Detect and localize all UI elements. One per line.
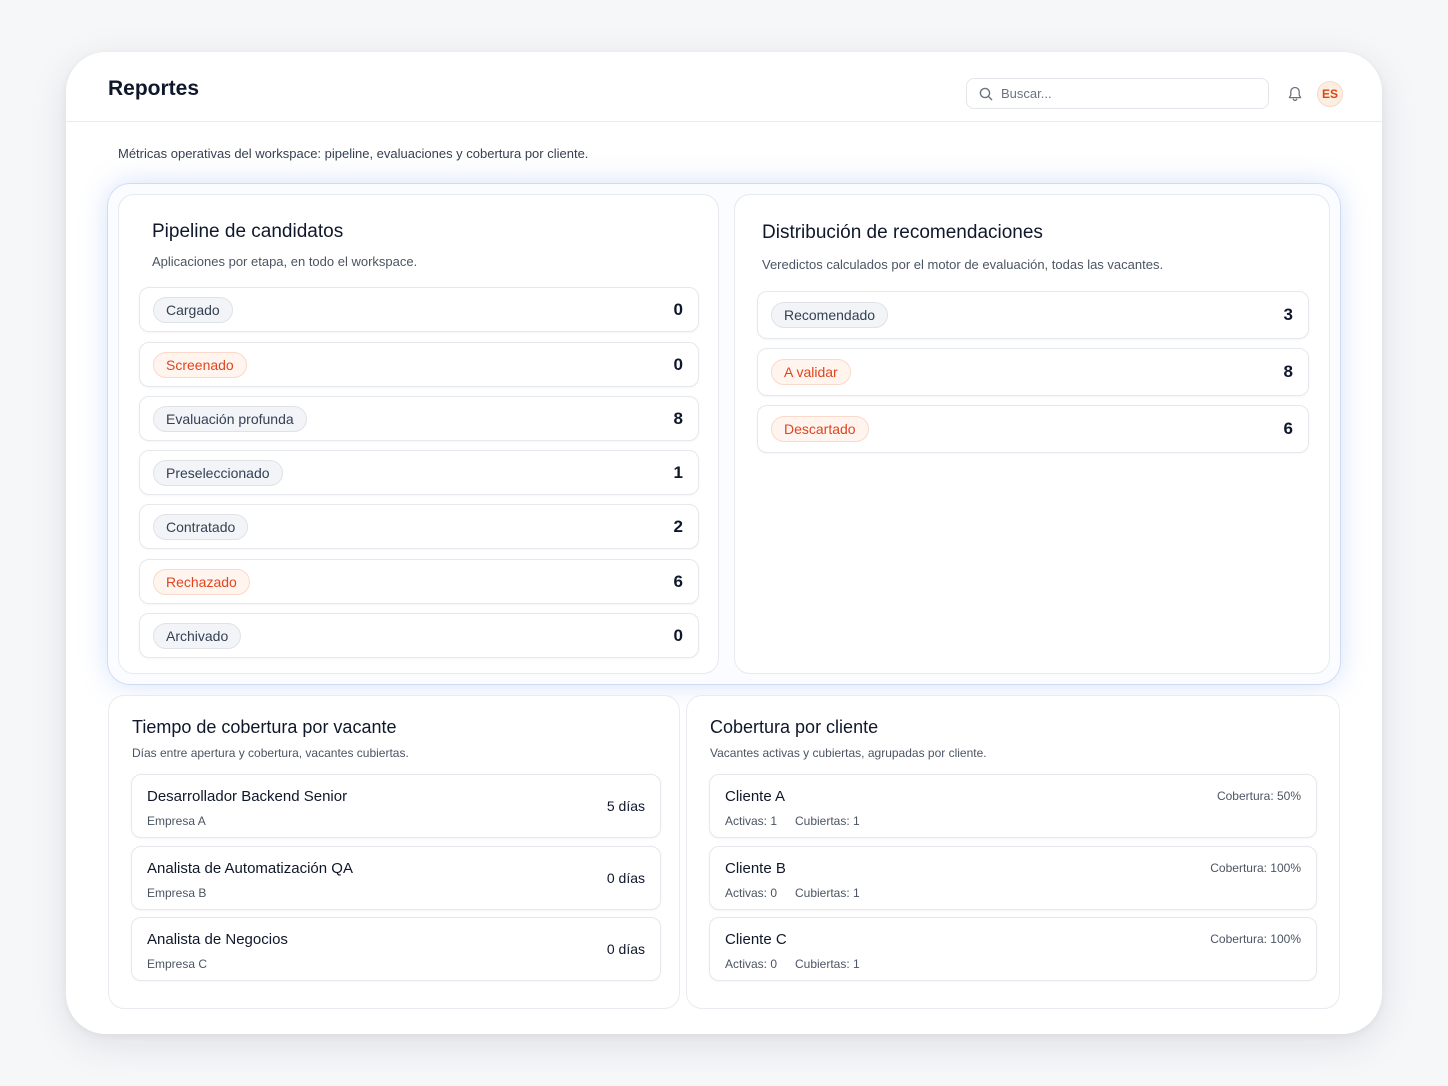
pipeline-stage-row[interactable]: Screenado 0: [139, 342, 699, 387]
stage-count: 1: [673, 463, 683, 482]
recommendation-count: 8: [1283, 362, 1293, 381]
pipeline-stage-row[interactable]: Contratado 2: [139, 504, 699, 549]
top-header: Reportes ES: [66, 52, 1382, 122]
client-covered: Cubiertas: 1: [795, 957, 860, 971]
stage-count: 0: [673, 626, 683, 645]
time-to-fill-description: Días entre apertura y cobertura, vacante…: [132, 746, 409, 760]
recommendations-description: Veredictos calculados por el motor de ev…: [762, 257, 1164, 272]
coverage-description: Vacantes activas y cubiertas, agrupadas …: [710, 746, 987, 760]
search-input[interactable]: [1001, 86, 1251, 101]
highlighted-section: Pipeline de candidatos Aplicaciones por …: [108, 184, 1340, 684]
client-active: Activas: 0: [725, 957, 778, 971]
recommendations-card: Distribución de recomendaciones Veredict…: [734, 194, 1330, 674]
time-to-fill-title: Tiempo de cobertura por vacante: [132, 717, 397, 737]
vacancy-title: Desarrollador Backend Senior: [147, 788, 348, 805]
vacancy-company: Empresa B: [147, 886, 207, 900]
vacancy-company: Empresa C: [147, 957, 208, 971]
pipeline-card: Pipeline de candidatos Aplicaciones por …: [118, 194, 719, 674]
client-row[interactable]: Cliente B Cobertura: 100% Activas: 0 Cub…: [709, 846, 1317, 910]
coverage-card: Cobertura por cliente Vacantes activas y…: [686, 695, 1340, 1009]
vacancy-days: 5 días: [606, 798, 645, 814]
stage-count: 8: [673, 409, 683, 428]
recommendation-count: 3: [1283, 305, 1293, 324]
stage-pill: Screenado: [153, 352, 247, 378]
stage-pill: Cargado: [153, 297, 233, 323]
pipeline-description: Aplicaciones por etapa, en todo el works…: [152, 254, 418, 269]
stage-count: 6: [673, 572, 683, 591]
vacancy-company: Empresa A: [147, 814, 206, 828]
recommendations-title: Distribución de recomendaciones: [762, 222, 1043, 243]
recommendation-count: 6: [1283, 419, 1293, 438]
recommendation-row[interactable]: Recomendado 3: [757, 291, 1309, 339]
vacancy-title: Analista de Automatización QA: [147, 860, 353, 877]
client-row[interactable]: Cliente C Cobertura: 100% Activas: 0 Cub…: [709, 917, 1317, 981]
stage-pill: Rechazado: [153, 569, 250, 595]
recommendation-row[interactable]: Descartado 6: [757, 405, 1309, 453]
vacancy-days: 0 días: [606, 941, 645, 957]
pipeline-stage-row[interactable]: Evaluación profunda 8: [139, 396, 699, 441]
pipeline-stage-row[interactable]: Archivado 0: [139, 613, 699, 658]
stage-count: 0: [673, 355, 683, 374]
client-active: Activas: 0: [725, 886, 778, 900]
stage-pill: Preseleccionado: [153, 460, 283, 486]
client-name: Cliente B: [725, 860, 786, 877]
client-covered: Cubiertas: 1: [795, 886, 860, 900]
client-coverage: Cobertura: 100%: [1210, 932, 1301, 946]
recommendation-pill: A validar: [771, 359, 851, 385]
client-row[interactable]: Cliente A Cobertura: 50% Activas: 1 Cubi…: [709, 774, 1317, 838]
pipeline-stage-row[interactable]: Rechazado 6: [139, 559, 699, 604]
client-coverage: Cobertura: 50%: [1216, 789, 1301, 803]
page-subtitle: Métricas operativas del workspace: pipel…: [118, 146, 589, 161]
vacancy-title: Analista de Negocios: [147, 931, 288, 948]
coverage-title: Cobertura por cliente: [710, 717, 879, 737]
client-active: Activas: 1: [725, 814, 778, 828]
stage-count: 2: [673, 517, 683, 536]
stage-pill: Archivado: [153, 623, 242, 649]
recommendation-row[interactable]: A validar 8: [757, 348, 1309, 396]
recommendation-pill: Recomendado: [771, 302, 889, 328]
recommendation-pill: Descartado: [771, 416, 869, 442]
pipeline-title: Pipeline de candidatos: [152, 221, 344, 242]
client-name: Cliente A: [725, 788, 786, 805]
client-coverage: Cobertura: 100%: [1210, 861, 1301, 875]
stage-pill: Evaluación profunda: [153, 406, 307, 432]
app-window: Reportes ES Métricas operativas del work…: [66, 52, 1382, 1034]
vacancy-days: 0 días: [606, 870, 645, 886]
search-box[interactable]: [966, 78, 1269, 109]
pipeline-stage-row[interactable]: Preseleccionado 1: [139, 450, 699, 495]
client-name: Cliente C: [725, 931, 787, 948]
vacancy-row[interactable]: Desarrollador Backend Senior Empresa A 5…: [131, 774, 661, 838]
bell-icon[interactable]: [1286, 85, 1304, 103]
pipeline-stage-row[interactable]: Cargado 0: [139, 287, 699, 332]
vacancy-row[interactable]: Analista de Negocios Empresa C 0 días: [131, 917, 661, 981]
avatar[interactable]: ES: [1317, 81, 1343, 107]
client-covered: Cubiertas: 1: [795, 814, 860, 828]
stage-pill: Contratado: [153, 514, 249, 540]
stage-count: 0: [673, 300, 683, 319]
search-icon: [979, 87, 993, 100]
time-to-fill-card: Tiempo de cobertura por vacante Días ent…: [108, 695, 680, 1009]
vacancy-row[interactable]: Analista de Automatización QA Empresa B …: [131, 846, 661, 910]
page-title: Reportes: [108, 77, 200, 100]
